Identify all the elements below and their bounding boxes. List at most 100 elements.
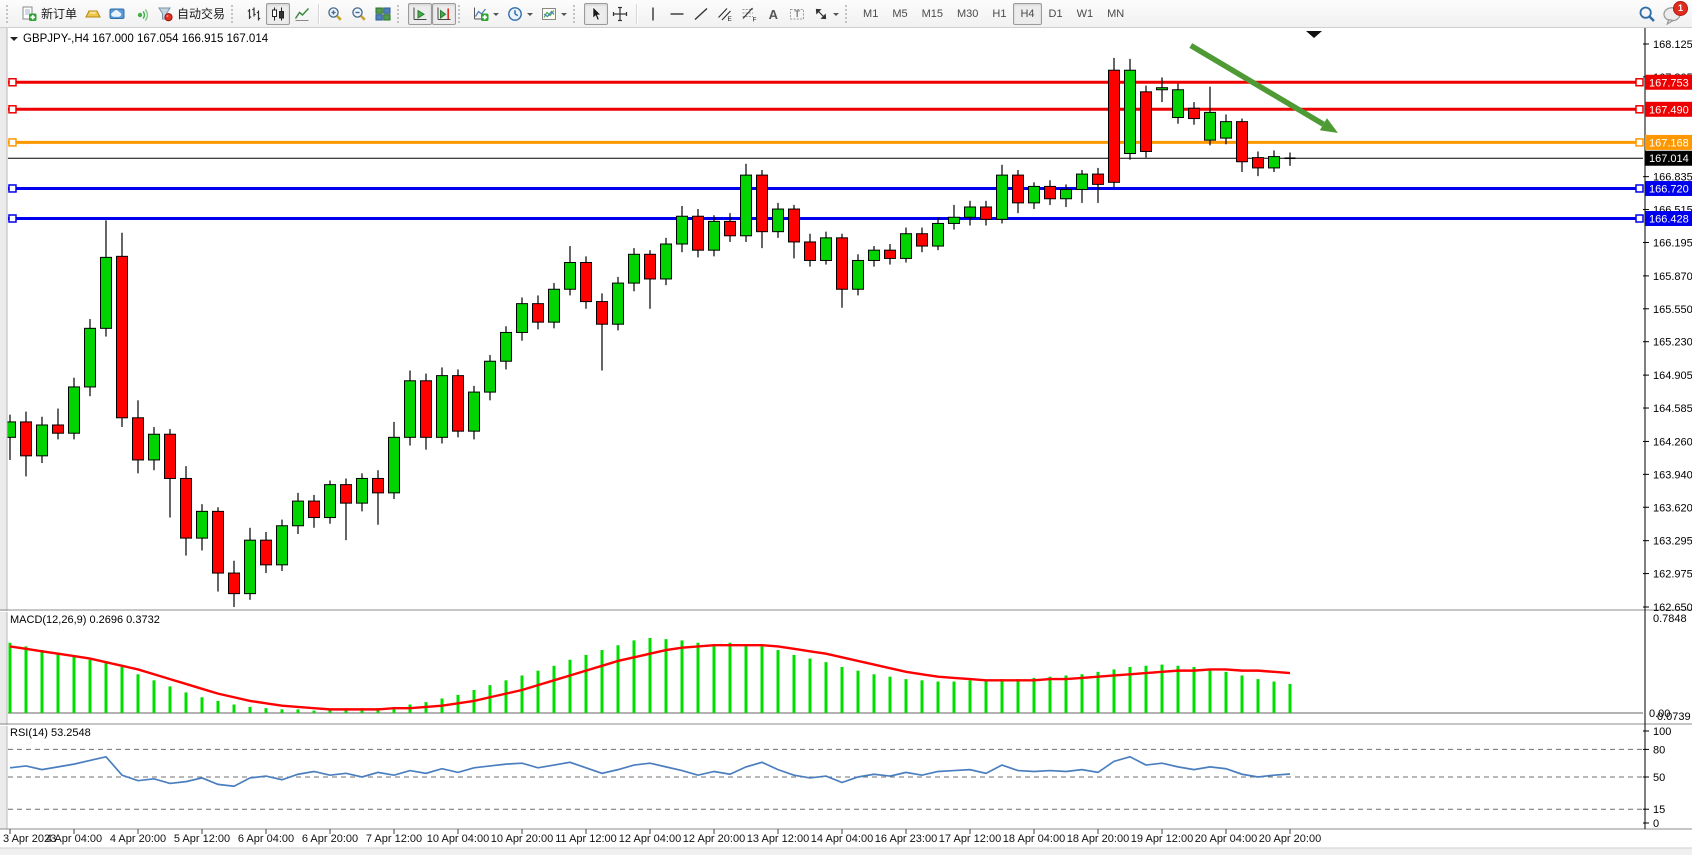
zoom-in-button[interactable] xyxy=(323,3,347,25)
candle-body xyxy=(165,434,176,478)
candle xyxy=(1141,86,1152,158)
candle xyxy=(1125,59,1136,160)
periods-button[interactable] xyxy=(503,3,537,25)
candle-body xyxy=(1205,112,1216,140)
candle-body xyxy=(533,304,544,323)
time-label: 18 Apr 20:00 xyxy=(1067,833,1129,845)
metaeditor-icon xyxy=(109,6,125,22)
svg-text:A: A xyxy=(769,6,779,21)
price-tick-label: 164.585 xyxy=(1653,403,1692,415)
hline-handle[interactable] xyxy=(1636,139,1643,146)
auto-trading-button[interactable]: 自动交易 xyxy=(153,3,229,25)
metaeditor-button[interactable] xyxy=(105,3,129,25)
price-label-166.720: 166.720 xyxy=(1649,183,1689,195)
candle-body xyxy=(53,425,64,433)
cursor-button[interactable] xyxy=(584,3,608,25)
search-icon[interactable] xyxy=(1638,5,1656,23)
candle-body xyxy=(1077,174,1088,189)
timeframe-m15[interactable]: M15 xyxy=(915,3,950,25)
templates-button[interactable] xyxy=(537,3,571,25)
price-tick-label: 168.125 xyxy=(1653,39,1692,51)
equidistant-channel-button[interactable]: E xyxy=(713,3,737,25)
price-tick-label: 163.940 xyxy=(1653,469,1692,481)
arrows-button[interactable] xyxy=(809,3,843,25)
candle-body xyxy=(133,418,144,460)
symbol-dropdown-icon[interactable] xyxy=(10,37,18,45)
text-label-button[interactable]: T xyxy=(785,3,809,25)
timeframe-m30[interactable]: M30 xyxy=(950,3,985,25)
timeframe-h4[interactable]: H4 xyxy=(1013,3,1041,25)
candle-body xyxy=(1269,157,1280,168)
candle-body xyxy=(277,526,288,565)
candle xyxy=(549,283,560,328)
rsi-tick-label: 0 xyxy=(1653,818,1659,830)
candle-body xyxy=(1029,186,1040,202)
signals-button[interactable] xyxy=(129,3,153,25)
text-icon: A xyxy=(765,6,781,22)
candle-body xyxy=(933,223,944,246)
candle-body xyxy=(1093,174,1104,184)
gold-ingot-button[interactable] xyxy=(81,3,105,25)
macd-label: MACD(12,26,9) 0.2696 0.3732 xyxy=(10,614,160,626)
candle-body xyxy=(421,381,432,438)
time-label: 11 Apr 12:00 xyxy=(555,833,617,845)
candle xyxy=(661,238,672,285)
timeframe-d1[interactable]: D1 xyxy=(1042,3,1070,25)
time-label: 10 Apr 04:00 xyxy=(427,833,489,845)
candle-body xyxy=(613,283,624,324)
notifications-button[interactable]: 1 xyxy=(1662,5,1682,23)
horizontal-line-button[interactable] xyxy=(665,3,689,25)
candle-body xyxy=(101,257,112,328)
indicators-button[interactable] xyxy=(469,3,503,25)
hline-handle[interactable] xyxy=(1636,185,1643,192)
hline-handle[interactable] xyxy=(1636,106,1643,113)
candle-body xyxy=(501,332,512,361)
line-chart-button[interactable] xyxy=(290,3,314,25)
text-button[interactable]: A xyxy=(761,3,785,25)
hline-handle[interactable] xyxy=(1636,79,1643,86)
candle-body xyxy=(917,234,928,246)
signals-icon xyxy=(133,6,149,22)
chart-shift-button[interactable] xyxy=(432,3,456,25)
gold-ingot-icon xyxy=(85,6,101,22)
svg-text:T: T xyxy=(794,9,800,20)
candle-body xyxy=(213,511,224,573)
line-chart-icon xyxy=(294,6,310,22)
candle-body xyxy=(1013,175,1024,203)
timeframe-w1[interactable]: W1 xyxy=(1070,3,1101,25)
time-label: 18 Apr 04:00 xyxy=(1003,833,1065,845)
candle-body xyxy=(21,422,32,456)
hline-handle[interactable] xyxy=(9,185,16,192)
tile-windows-button[interactable] xyxy=(371,3,395,25)
vertical-line-button[interactable] xyxy=(641,3,665,25)
new-order-button[interactable]: 新订单 xyxy=(17,3,81,25)
candlestick-chart-button[interactable] xyxy=(266,3,290,25)
chart-background xyxy=(0,28,1692,855)
hline-handle[interactable] xyxy=(1636,215,1643,222)
hline-handle[interactable] xyxy=(9,106,16,113)
bar-chart-button[interactable] xyxy=(242,3,266,25)
timeframe-h1[interactable]: H1 xyxy=(985,3,1013,25)
trendline-button[interactable] xyxy=(689,3,713,25)
hline-handle[interactable] xyxy=(9,215,16,222)
candle-body xyxy=(229,573,240,594)
auto-scroll-button[interactable] xyxy=(408,3,432,25)
hline-handle[interactable] xyxy=(9,139,16,146)
candle-body xyxy=(981,207,992,219)
time-label: 7 Apr 12:00 xyxy=(366,833,422,845)
price-tick-label: 163.620 xyxy=(1653,502,1692,514)
candle-body xyxy=(117,256,128,417)
timeframe-m5[interactable]: M5 xyxy=(885,3,914,25)
timeframe-mn[interactable]: MN xyxy=(1100,3,1131,25)
timeframe-m1[interactable]: M1 xyxy=(856,3,885,25)
hline-handle[interactable] xyxy=(9,79,16,86)
chevron-down-icon xyxy=(527,13,533,19)
candle xyxy=(277,520,288,571)
auto-scroll-icon xyxy=(412,6,428,22)
fibonacci-button[interactable]: F xyxy=(737,3,761,25)
crosshair-button[interactable] xyxy=(608,3,632,25)
candle-body xyxy=(1237,122,1248,162)
bar-chart-icon xyxy=(246,6,262,22)
zoom-out-button[interactable] xyxy=(347,3,371,25)
candle xyxy=(1109,58,1120,188)
